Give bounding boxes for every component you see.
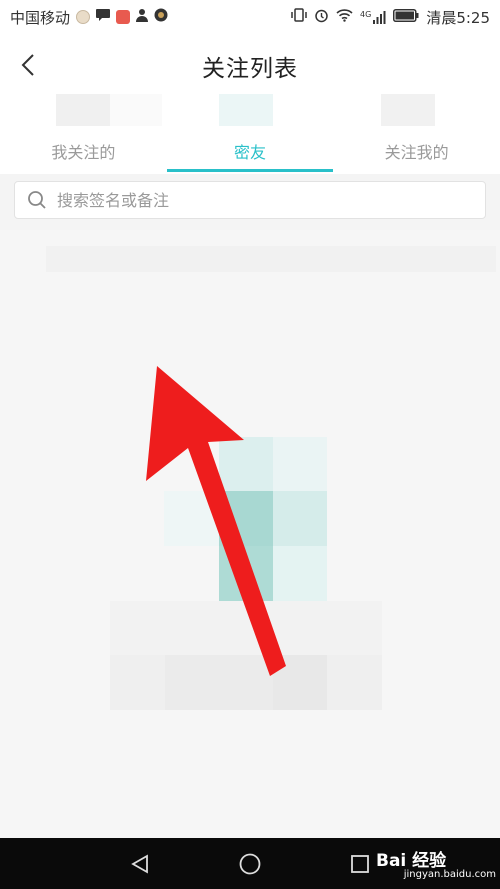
tab-label: 关注我的: [384, 143, 449, 162]
search-area: [0, 174, 500, 230]
status-bar: 中国移动 4G 清晨5:25: [0, 0, 500, 34]
app-bar: 关注列表: [0, 34, 500, 98]
avatar-blur-right: [381, 94, 435, 126]
square-recents-icon: [351, 855, 369, 873]
notification-app-icon: [76, 10, 91, 24]
alarm-icon: [314, 8, 329, 27]
search-box[interactable]: [14, 181, 486, 219]
tab-close-friends[interactable]: 密友: [166, 128, 334, 174]
triangle-back-icon: [131, 854, 148, 874]
carrier-label: 中国移动: [10, 8, 71, 27]
signal-icon: 4G: [360, 10, 386, 24]
system-nav-bar: Bai 经验 jingyan.baidu.com: [0, 838, 500, 889]
back-button[interactable]: [16, 50, 40, 80]
nav-recents-button[interactable]: [346, 850, 374, 878]
page-title: 关注列表: [202, 56, 298, 82]
tab-label: 我关注的: [51, 143, 116, 162]
red-app-icon: [116, 10, 131, 24]
back-arrow-icon: [21, 54, 34, 76]
system-icons: 4G 清晨5:25: [291, 7, 490, 28]
clock-time: 清晨5:25: [426, 8, 490, 27]
tab-avatars: [0, 94, 500, 128]
battery-icon: [393, 8, 419, 26]
tab-followers[interactable]: 关注我的: [333, 128, 500, 174]
watermark-brand: Bai 经验: [376, 851, 447, 871]
person-icon: [135, 8, 149, 26]
avatar-blur-center: [219, 94, 273, 126]
vibrate-icon: [291, 8, 307, 26]
avatar-blur-left: [56, 94, 110, 126]
chat-bubble-icon: [95, 8, 111, 26]
baidu-jingyan-watermark: Bai 经验 jingyan.baidu.com: [376, 846, 496, 882]
search-icon: [28, 191, 46, 209]
nav-back-button[interactable]: [126, 850, 154, 878]
network-type-label: 4G: [360, 10, 372, 19]
search-input[interactable]: [57, 190, 437, 210]
notification-icons: [76, 8, 168, 26]
camera-app-icon: [154, 8, 168, 26]
circle-home-icon: [239, 853, 261, 875]
tab-label: 密友: [234, 143, 267, 162]
friends-list-area: [0, 230, 500, 838]
tab-bar: 我关注的 密友 关注我的: [0, 128, 500, 174]
annotation-arrow-icon: [146, 366, 286, 676]
avatar-blur-left-edge: [110, 94, 162, 126]
nav-home-button[interactable]: [236, 850, 264, 878]
wifi-icon: [336, 8, 353, 26]
tab-following[interactable]: 我关注的: [0, 128, 167, 174]
